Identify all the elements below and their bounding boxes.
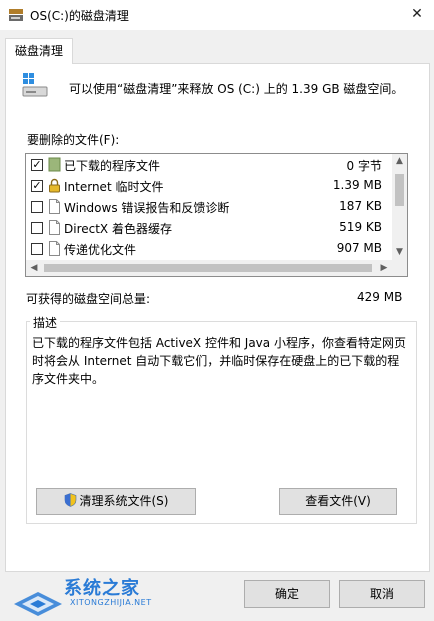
lock-icon <box>49 178 60 193</box>
clean-system-files-label: 清理系统文件(S) <box>79 494 169 508</box>
scrollbar-corner <box>392 260 407 276</box>
close-button[interactable]: ✕ <box>404 3 430 25</box>
tab-disk-cleanup[interactable]: 磁盘清理 <box>5 38 73 64</box>
watermark-url: XITONGZHIJIA.NET <box>70 598 152 607</box>
file-size: 1.39 MB <box>332 178 382 192</box>
file-name: DirectX 着色器缓存 <box>64 222 172 236</box>
horizontal-scrollbar[interactable]: ◀ ▶ <box>26 260 392 276</box>
file-row[interactable]: ✓ 已下载的程序文件 0 字节 <box>26 154 392 175</box>
scroll-down-icon[interactable]: ▼ <box>392 245 407 260</box>
view-files-button[interactable]: 查看文件(V) <box>279 488 397 515</box>
file-name: 传递优化文件 <box>64 243 137 257</box>
file-name: Windows 错误报告和反馈诊断 <box>64 201 230 215</box>
total-space-value: 429 MB <box>357 290 403 304</box>
downloaded-program-icon <box>48 157 61 172</box>
total-space-label: 可获得的磁盘空间总量: <box>26 292 151 306</box>
window-title: OS(C:)的磁盘清理 <box>30 9 129 23</box>
vertical-scrollbar[interactable]: ▲ ▼ <box>392 154 407 260</box>
disk-cleanup-app-icon <box>9 9 23 21</box>
scroll-left-icon[interactable]: ◀ <box>26 260 42 276</box>
ok-button[interactable]: 确定 <box>244 580 330 608</box>
file-size: 907 MB <box>336 241 382 255</box>
file-name: Internet 临时文件 <box>64 180 164 194</box>
file-checkbox[interactable]: ✓ <box>31 180 43 192</box>
vertical-scroll-thumb[interactable] <box>395 174 404 206</box>
watermark-name: 系统之家 <box>64 578 140 599</box>
scroll-right-icon[interactable]: ▶ <box>376 260 392 276</box>
intro-text: 可以使用“磁盘清理”来释放 OS (C:) 上的 1.39 GB 磁盘空间。 <box>69 82 404 96</box>
file-size: 187 KB <box>339 199 382 213</box>
file-row[interactable]: DirectX 着色器缓存 519 KB <box>26 217 392 238</box>
file-name: 已下载的程序文件 <box>64 159 161 173</box>
uac-shield-icon <box>64 493 76 507</box>
description-text: 已下载的程序文件包括 ActiveX 控件和 Java 小程序，你查看特定网页时… <box>32 336 406 386</box>
file-row[interactable]: 传递优化文件 907 MB <box>26 238 392 259</box>
file-size: 0 字节 <box>346 159 382 173</box>
file-icon <box>49 220 60 235</box>
file-icon <box>49 241 60 256</box>
clean-system-files-button[interactable]: 清理系统文件(S) <box>36 488 196 515</box>
file-size: 519 KB <box>339 220 382 234</box>
scroll-up-icon[interactable]: ▲ <box>392 154 407 169</box>
description-legend: 描述 <box>30 314 61 331</box>
title-bar: OS(C:)的磁盘清理 ✕ <box>0 0 434 30</box>
drive-icon <box>22 73 48 97</box>
file-checkbox[interactable]: ✓ <box>31 159 43 171</box>
file-icon <box>49 199 60 214</box>
files-listbox[interactable]: ✓ 已下载的程序文件 0 字节 ✓ Internet 临时文件 1.39 MB Window… <box>25 153 408 277</box>
file-checkbox[interactable] <box>31 201 43 213</box>
file-row[interactable]: Windows 错误报告和反馈诊断 187 KB <box>26 196 392 217</box>
file-row[interactable]: ✓ Internet 临时文件 1.39 MB <box>26 175 392 196</box>
horizontal-scroll-thumb[interactable] <box>44 264 372 272</box>
file-checkbox[interactable] <box>31 243 43 255</box>
cancel-button[interactable]: 取消 <box>339 580 425 608</box>
files-to-delete-label: 要删除的文件(F): <box>27 133 120 147</box>
file-checkbox[interactable] <box>31 222 43 234</box>
